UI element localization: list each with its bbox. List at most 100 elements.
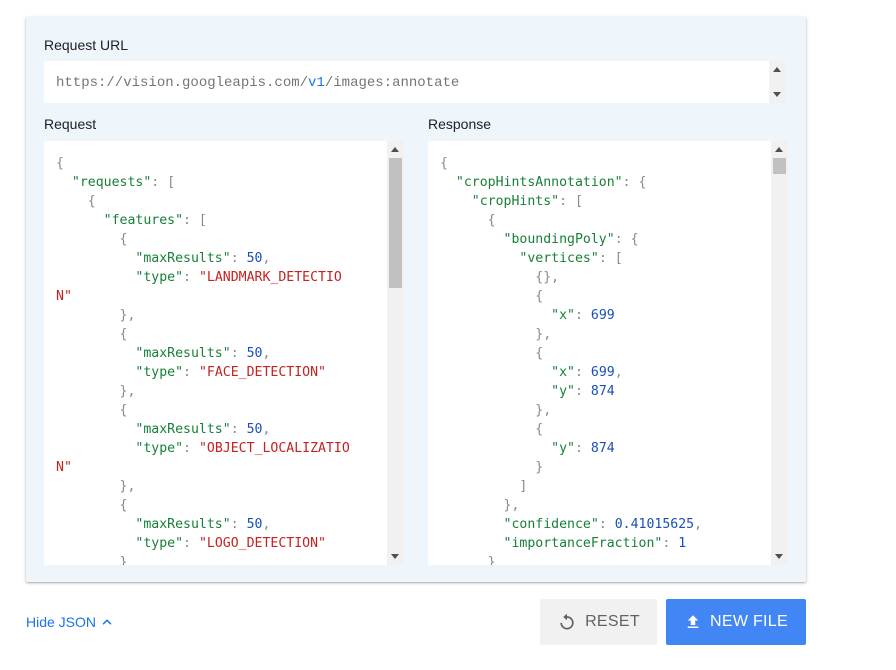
request-code-line: "maxResults": 50, (56, 249, 350, 268)
scroll-down-arrow-icon[interactable] (775, 554, 783, 559)
response-code-token: "cropHints" (471, 194, 560, 209)
request-code-token: : (183, 365, 199, 380)
request-code-token (56, 270, 135, 285)
response-code-token: { (440, 156, 448, 171)
request-code-token: { (56, 403, 128, 418)
response-code-line: "cropHints": [ (440, 192, 702, 211)
response-code-line: "y": 874 (440, 382, 702, 401)
response-code-line: }, (440, 496, 702, 515)
request-url-scrollbar[interactable] (769, 61, 786, 103)
request-code-token: , (262, 346, 271, 361)
response-code-token: 699 (590, 365, 615, 380)
request-code-token: "maxResults" (135, 251, 231, 266)
response-code-line: "confidence": 0.41015625, (440, 515, 703, 534)
request-code-token: "requests" (71, 175, 152, 190)
response-code-token: : { (614, 232, 639, 247)
response-code-line: { (440, 211, 702, 230)
request-code-token: : [ (151, 175, 176, 190)
response-code-line: "x": 699, (440, 363, 702, 382)
chevron-up-icon (102, 619, 112, 625)
request-code-token: : [ (183, 213, 207, 228)
response-code-token: 874 (590, 384, 615, 399)
scroll-down-arrow-icon[interactable] (391, 554, 399, 559)
request-code-line: "maxResults": 50, (56, 344, 350, 363)
request-url-field[interactable]: https://vision.googleapis.com/v1/images:… (44, 61, 786, 103)
response-code-line: { (440, 420, 702, 439)
request-code-line: } (56, 553, 350, 565)
response-code-token: : (574, 365, 591, 380)
request-json-editor[interactable]: { "requests": [ { "features": [ { "maxRe… (44, 141, 404, 565)
response-code-token: : (574, 441, 591, 456)
response-code-token: "x" (551, 365, 575, 380)
request-code-token (56, 365, 135, 380)
request-code-line: N" (56, 287, 350, 306)
hide-json-link[interactable]: Hide JSON (26, 612, 114, 632)
response-code-token: 874 (590, 441, 615, 456)
response-code-token: : [ (559, 194, 583, 209)
response-code-token: , (614, 365, 623, 380)
response-code-token: {}, (440, 270, 560, 285)
request-code-token: : (230, 422, 247, 437)
request-code-line: "features": [ (56, 211, 350, 230)
response-code-token: "cropHintsAnnotation" (455, 175, 623, 190)
response-code-token: { (440, 213, 496, 228)
request-code-token: : (183, 441, 199, 456)
response-scroll-thumb[interactable] (773, 158, 786, 174)
response-code-token: : [ (598, 251, 623, 266)
response-code-token: , (694, 517, 703, 532)
request-code-token: : (183, 270, 199, 285)
reset-button[interactable]: RESET (540, 599, 657, 645)
scroll-up-arrow-icon[interactable] (775, 147, 783, 152)
request-code-line: }, (56, 477, 350, 496)
request-code-line: "maxResults": 50, (56, 420, 350, 439)
response-code-line: }, (440, 401, 702, 420)
response-code-token (440, 251, 519, 266)
response-code-token: "y" (551, 441, 575, 456)
request-code-token: { (56, 194, 96, 209)
request-code-line: { (56, 401, 350, 420)
response-json-viewer[interactable]: { "cropHintsAnnotation": { "cropHints": … (428, 141, 788, 565)
response-json-code: { "cropHintsAnnotation": { "cropHints": … (440, 154, 702, 565)
scroll-down-arrow-icon[interactable] (773, 92, 781, 97)
reset-label: RESET (585, 613, 640, 630)
request-code-token: N" (56, 289, 72, 304)
request-code-token: , (262, 422, 271, 437)
response-label: Response (428, 116, 492, 132)
scroll-up-arrow-icon[interactable] (391, 147, 399, 152)
request-code-token (56, 441, 135, 456)
response-code-token: }, (440, 498, 520, 513)
response-code-token: 1 (678, 536, 687, 551)
response-scrollbar[interactable] (771, 141, 788, 565)
request-code-line: "requests": [ (56, 173, 350, 192)
response-code-line: { (440, 287, 702, 306)
request-code-token: "FACE_DETECTION" (198, 365, 326, 380)
request-code-line: { (56, 192, 350, 211)
response-code-line: "cropHintsAnnotation": { (440, 173, 702, 192)
request-code-line: "type": "OBJECT_LOCALIZATIO (56, 439, 349, 458)
response-code-line: "y": 874 (440, 439, 702, 458)
request-code-token: }, (56, 384, 136, 399)
request-code-token: "LOGO_DETECTION" (198, 536, 326, 551)
request-code-token: "maxResults" (135, 346, 231, 361)
request-scroll-thumb[interactable] (389, 158, 402, 288)
response-code-token: }, (440, 403, 552, 418)
response-code-token (440, 232, 504, 247)
scroll-up-arrow-icon[interactable] (773, 67, 781, 72)
request-scrollbar[interactable] (387, 141, 404, 565)
new-file-button[interactable]: NEW FILE (666, 599, 806, 645)
request-code-token: { (56, 327, 128, 342)
response-code-token (440, 365, 551, 380)
response-code-token: : (662, 536, 679, 551)
request-code-token: : (230, 517, 247, 532)
response-code-token: "confidence" (503, 517, 599, 532)
request-code-token: 50 (246, 346, 263, 361)
response-code-line: { (440, 344, 702, 363)
request-code-token: { (56, 156, 64, 171)
reset-icon (560, 613, 574, 630)
response-code-token (440, 441, 551, 456)
request-code-token (56, 346, 135, 361)
response-code-token: { (440, 289, 544, 304)
response-code-line: "vertices": [ (440, 249, 702, 268)
request-code-token: 50 (246, 422, 263, 437)
request-code-token (56, 175, 72, 190)
